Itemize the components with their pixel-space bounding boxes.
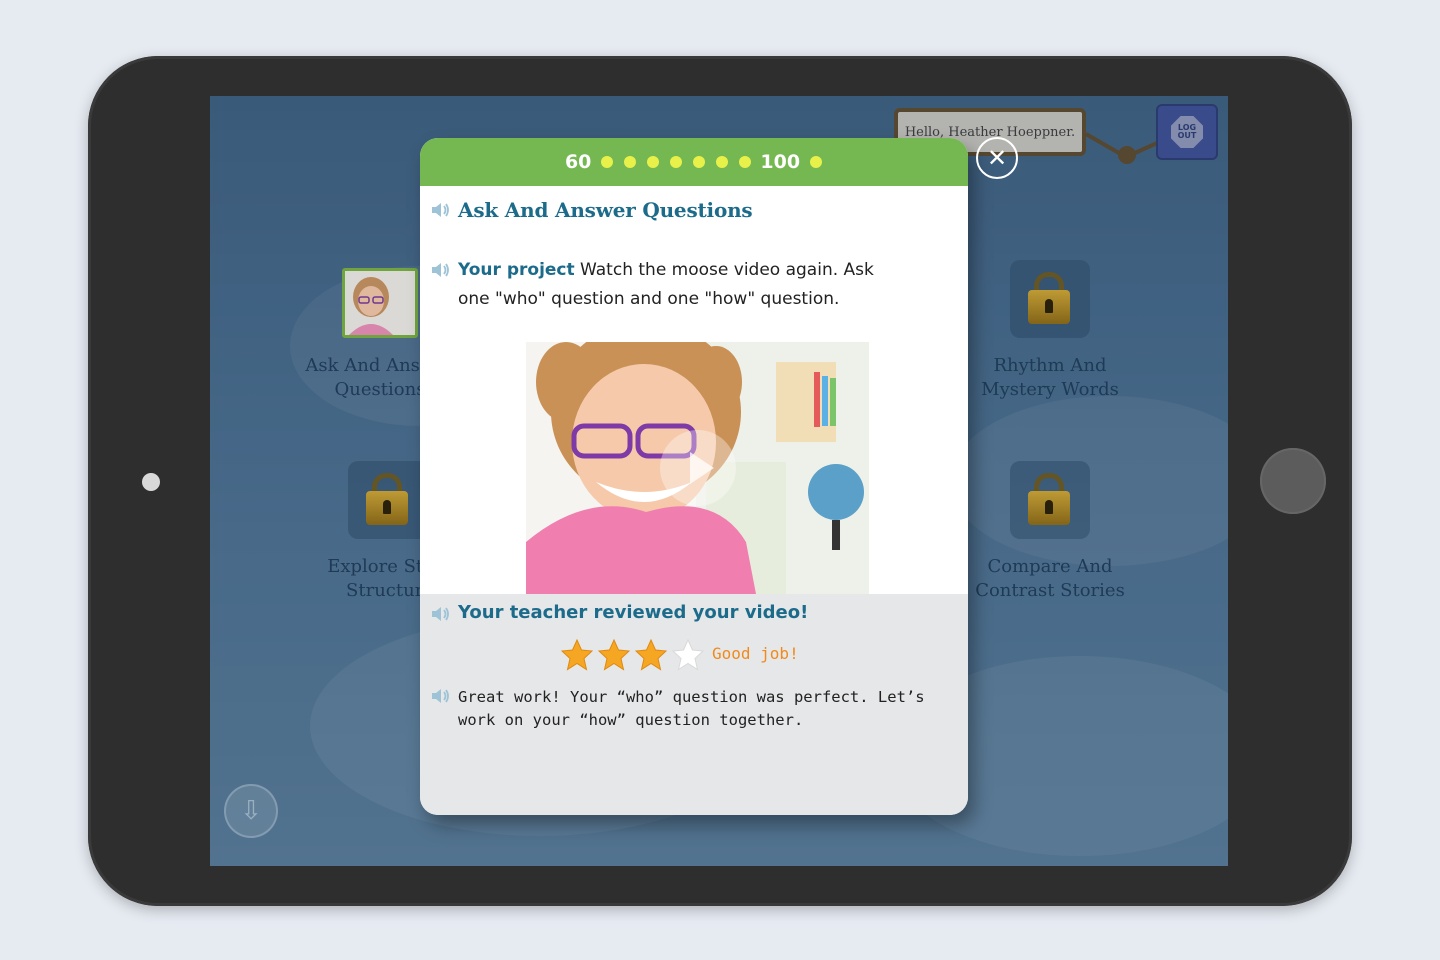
progress-dot <box>809 156 822 168</box>
project-instructions: Your project Watch the moose video again… <box>458 256 898 313</box>
progress-dot <box>692 156 705 168</box>
progress-end: 100 <box>760 151 801 173</box>
speaker-icon[interactable] <box>430 202 450 218</box>
progress-dot <box>600 156 613 168</box>
speaker-icon[interactable] <box>430 606 450 622</box>
close-icon: ✕ <box>986 144 1008 172</box>
project-label: Your project <box>458 260 575 280</box>
tablet-camera <box>142 473 160 491</box>
progress-dot <box>738 156 751 168</box>
star-icon-filled <box>560 638 594 671</box>
progress-dot <box>646 156 659 168</box>
progress-start: 60 <box>564 151 592 173</box>
lesson-modal: 60 100 Ask And Answer Questions Your pro… <box>420 138 968 815</box>
speaker-icon[interactable] <box>430 688 450 704</box>
modal-title: Ask And Answer Questions <box>458 198 753 222</box>
star-rating <box>560 638 708 672</box>
teacher-comment: Great work! Your “who” question was perf… <box>458 688 925 729</box>
tablet-home-button[interactable] <box>1260 448 1326 514</box>
video-player[interactable] <box>526 342 869 594</box>
star-icon-filled <box>634 638 668 671</box>
progress-bar: 60 100 <box>420 138 968 186</box>
speaker-icon[interactable] <box>430 262 450 278</box>
play-icon[interactable] <box>660 430 736 506</box>
review-section: Your teacher reviewed your video! Good j… <box>420 594 968 815</box>
star-icon-empty <box>671 638 705 671</box>
star-icon-filled <box>597 638 631 671</box>
progress-dot <box>623 156 636 168</box>
progress-dot <box>669 156 682 168</box>
close-button[interactable]: ✕ <box>976 137 1018 179</box>
progress-dot <box>715 156 728 168</box>
review-heading: Your teacher reviewed your video! <box>458 602 809 623</box>
rating-label: Good job! <box>712 644 799 663</box>
